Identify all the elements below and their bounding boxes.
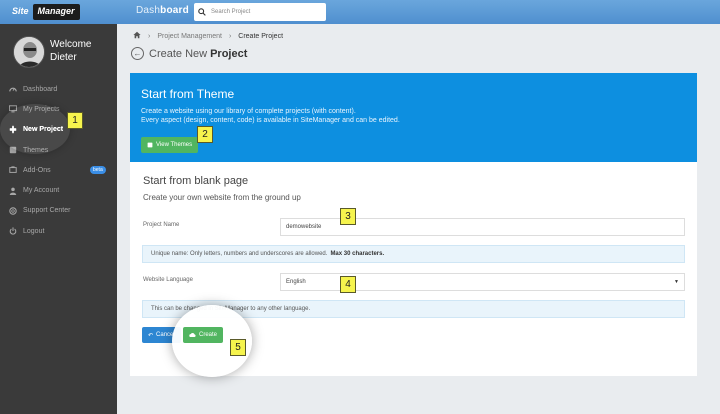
power-icon	[9, 227, 17, 235]
sidebar-item-support-center[interactable]: Support Center	[0, 201, 117, 221]
addons-icon	[9, 166, 17, 174]
dashboard-icon	[9, 85, 17, 93]
home-icon[interactable]	[133, 31, 141, 41]
theme-panel-line1: Create a website using our library of co…	[141, 108, 356, 115]
start-from-theme-panel: Start from Theme Create a website using …	[130, 73, 697, 162]
create-label: Create	[199, 332, 218, 338]
project-name-info-text: Unique name: Only letters, numbers and u…	[151, 251, 328, 257]
logo-text-site: Site	[12, 6, 29, 16]
sidebar-item-label: New Project	[23, 125, 64, 133]
blank-panel-subtitle: Create your own website from the ground …	[143, 193, 301, 202]
create-button[interactable]: Create	[183, 327, 224, 343]
breadcrumb-create-project: Create Project	[238, 32, 284, 40]
step-badge-1: 1	[67, 112, 83, 129]
search-icon	[198, 8, 206, 16]
sidebar-item-dashboard[interactable]: Dashboard	[0, 79, 117, 99]
site-manager-logo[interactable]: Site Manager	[8, 4, 80, 20]
sidebar-nav: Dashboard My Projects New Project Themes…	[0, 79, 117, 241]
chevron-right-icon: ›	[228, 32, 232, 40]
welcome-text: Welcome	[50, 39, 92, 50]
project-name-label: Project Name	[143, 222, 180, 228]
page-title-bold: Project	[210, 47, 248, 60]
user-photo-icon	[14, 37, 44, 67]
project-name-value: demowebsite	[286, 224, 322, 230]
page-title: ← Create New Project	[131, 47, 247, 60]
user-name: Dieter	[50, 52, 77, 63]
search-box[interactable]: Search Project	[194, 3, 326, 21]
sidebar-item-logout[interactable]: Logout	[0, 221, 117, 241]
themes-icon	[147, 142, 153, 148]
step-badge-2: 2	[197, 126, 213, 143]
step-badge-3: 3	[340, 208, 356, 225]
sidebar-item-add-ons[interactable]: Add-Ons beta	[0, 160, 117, 180]
cloud-upload-icon	[189, 332, 196, 338]
website-language-value: English	[286, 279, 306, 285]
theme-panel-title: Start from Theme	[141, 87, 235, 101]
undo-icon: ↶	[148, 332, 154, 339]
avatar[interactable]	[13, 36, 45, 68]
header-title: Dashboard	[136, 5, 189, 16]
sidebar: Welcome Dieter Dashboard My Projects New…	[0, 24, 117, 414]
back-arrow-icon[interactable]: ←	[131, 47, 144, 60]
sidebar-item-label: Add-Ons	[23, 166, 51, 174]
sidebar-item-new-project-overlay[interactable]: New Project	[9, 119, 63, 139]
project-name-info-bold: Max 30 characters.	[330, 251, 385, 257]
step-badge-4: 4	[340, 276, 356, 293]
support-icon	[9, 207, 17, 215]
header-title-bold: board	[160, 5, 189, 16]
search-input[interactable]: Search Project	[211, 9, 250, 15]
sidebar-item-label: My Account	[23, 187, 60, 195]
page-title-light: Create New	[149, 47, 208, 60]
view-themes-button[interactable]: View Themes	[141, 137, 199, 153]
blank-panel-title: Start from blank page	[143, 175, 249, 187]
view-themes-label: View Themes	[156, 142, 193, 148]
theme-panel-line2: Every aspect (design, content, code) is …	[141, 117, 400, 124]
beta-badge: beta	[90, 166, 106, 175]
breadcrumb: › Project Management › Create Project	[133, 31, 283, 41]
breadcrumb-project-management[interactable]: Project Management	[157, 33, 222, 40]
logo-text-manager: Manager	[32, 4, 80, 20]
top-bar: Site Manager Dashboard Search Project	[0, 0, 720, 24]
sidebar-item-label: Logout	[23, 227, 45, 235]
header-title-light: Dash	[136, 5, 161, 16]
plus-icon	[9, 125, 17, 133]
user-icon	[9, 187, 17, 195]
sidebar-item-my-account[interactable]: My Account	[0, 180, 117, 200]
website-language-label: Website Language	[143, 277, 193, 283]
sidebar-item-label: Dashboard	[23, 85, 58, 93]
caret-down-icon: ▼	[674, 279, 679, 285]
step-badge-5: 5	[230, 339, 246, 356]
chevron-right-icon: ›	[148, 32, 151, 40]
sidebar-item-label: Support Center	[23, 207, 71, 215]
project-name-info: Unique name: Only letters, numbers and u…	[142, 245, 685, 263]
